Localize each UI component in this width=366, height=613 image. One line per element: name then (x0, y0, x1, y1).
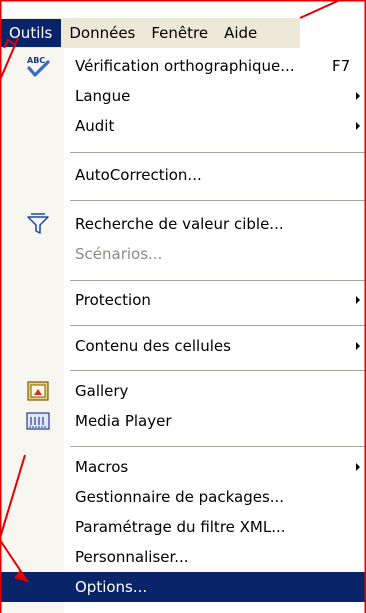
menu-item-package-manager[interactable]: Gestionnaire de packages... (0, 482, 366, 512)
menu-item-label: Scénarios... (75, 245, 163, 263)
menu-item-spelling[interactable]: ABC Vérification orthographique... F7 (0, 51, 366, 81)
menu-item-label: Recherche de valeur cible... (75, 215, 284, 233)
menu-item-autocorrection[interactable]: AutoCorrection... (0, 160, 366, 190)
menu-item-label: Paramétrage du filtre XML... (75, 518, 286, 536)
submenu-arrow-icon (356, 296, 360, 304)
menu-fenetre[interactable]: Fenêtre (143, 20, 216, 46)
goal-seek-funnel-icon (27, 213, 49, 234)
menu-item-label: Options... (75, 578, 148, 596)
menu-item-label: Vérification orthographique... (75, 57, 295, 75)
svg-text:ABC: ABC (27, 56, 45, 65)
menu-item-label: Contenu des cellules (75, 337, 231, 355)
menu-bar: Outils Données Fenêtre Aide (0, 18, 300, 49)
menu-item-label: Langue (75, 87, 131, 105)
menu-item-label: Audit (75, 117, 115, 135)
submenu-arrow-icon (356, 463, 360, 471)
menu-item-xml-filter[interactable]: Paramétrage du filtre XML... (0, 512, 366, 542)
menu-outils[interactable]: Outils (0, 19, 62, 47)
menu-separator (70, 200, 366, 202)
menu-item-language[interactable]: Langue (0, 81, 366, 111)
menu-separator (70, 325, 366, 327)
submenu-arrow-icon (356, 122, 360, 130)
menu-item-label: Gallery (75, 382, 129, 400)
menu-item-options[interactable]: Options... (0, 572, 366, 602)
menu-separator (70, 370, 366, 372)
menu-separator (70, 152, 366, 154)
outils-dropdown-menu: ABC Vérification orthographique... F7 La… (0, 48, 366, 613)
menu-donnees[interactable]: Données (61, 20, 143, 46)
gallery-picture-icon (27, 381, 49, 401)
menu-item-label: Macros (75, 458, 129, 476)
spellcheck-abc-icon: ABC (27, 56, 50, 77)
menu-item-label: AutoCorrection... (75, 166, 202, 184)
submenu-arrow-icon (356, 92, 360, 100)
shortcut-label: F7 (332, 57, 351, 75)
menu-aide[interactable]: Aide (216, 20, 265, 46)
menu-item-cell-contents[interactable]: Contenu des cellules (0, 331, 366, 361)
menu-item-label: Personnaliser... (75, 548, 189, 566)
menu-item-protection[interactable]: Protection (0, 285, 366, 315)
menu-item-scenarios: Scénarios... (0, 239, 366, 269)
menu-item-macros[interactable]: Macros (0, 452, 366, 482)
menu-item-audit[interactable]: Audit (0, 111, 366, 141)
media-player-icon (26, 412, 50, 430)
menu-item-goal-seek[interactable]: Recherche de valeur cible... (0, 209, 366, 239)
menu-item-label: Gestionnaire de packages... (75, 488, 285, 506)
submenu-arrow-icon (356, 342, 360, 350)
menu-separator (70, 446, 366, 448)
menu-item-gallery[interactable]: Gallery (0, 376, 366, 406)
menu-item-label: Protection (75, 291, 151, 309)
menu-item-media-player[interactable]: Media Player (0, 406, 366, 436)
menu-item-customize[interactable]: Personnaliser... (0, 542, 366, 572)
menu-separator (70, 280, 366, 282)
menu-item-label: Media Player (75, 412, 172, 430)
